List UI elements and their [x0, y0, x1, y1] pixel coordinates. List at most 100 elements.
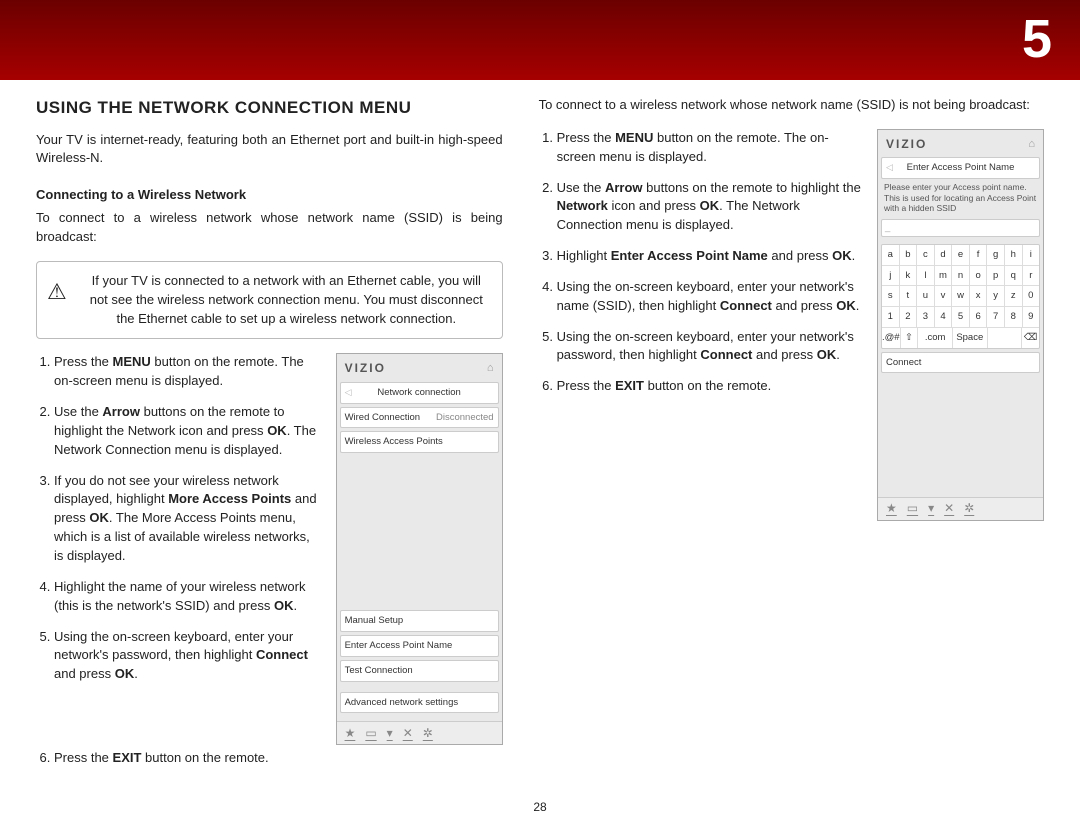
step-item: Use the Arrow buttons on the remote to h… — [557, 179, 861, 236]
list-item: Wireless Access Points — [340, 431, 499, 453]
section-heading: USING THE NETWORK CONNECTION MENU — [36, 96, 503, 121]
keyboard-key[interactable]: j — [882, 266, 900, 286]
footer-icon: ▾ — [928, 500, 934, 517]
footer-icon: ▾ — [387, 725, 393, 742]
keyboard-key[interactable]: 3 — [917, 307, 935, 327]
keyboard-key[interactable]: 2 — [900, 307, 918, 327]
connect-option[interactable]: Connect — [881, 352, 1040, 374]
keyboard-key[interactable]: g — [987, 245, 1005, 265]
keyboard-key[interactable]: 8 — [1005, 307, 1023, 327]
chapter-header: 5 — [0, 0, 1080, 80]
keyboard-key[interactable]: q — [1005, 266, 1023, 286]
lead-b: To connect to a wireless network whose n… — [539, 96, 1044, 115]
keyboard-key[interactable]: 0 — [1023, 286, 1040, 306]
keyboard-key[interactable]: Space — [953, 328, 988, 348]
keyboard-key[interactable]: d — [935, 245, 953, 265]
back-icon: ◁ — [886, 161, 893, 174]
keyboard-key[interactable]: l — [917, 266, 935, 286]
keyboard-key[interactable]: p — [987, 266, 1005, 286]
keyboard-key[interactable]: .com — [918, 328, 953, 348]
keyboard-key[interactable]: f — [970, 245, 988, 265]
keyboard-key[interactable]: u — [917, 286, 935, 306]
list-item: Enter Access Point Name — [340, 635, 499, 657]
step-item: Highlight the name of your wireless netw… — [54, 578, 320, 616]
lead-a: To connect to a wireless network whose n… — [36, 209, 503, 247]
list-item: Wired ConnectionDisconnected — [340, 407, 499, 429]
warning-icon: ⚠ — [47, 276, 67, 308]
breadcrumb: ◁ Network connection — [340, 382, 499, 404]
panel-rows: Wired ConnectionDisconnectedWireless Acc… — [337, 404, 502, 454]
step-item: If you do not see your wireless network … — [54, 472, 320, 566]
breadcrumb: ◁ Enter Access Point Name — [881, 157, 1040, 179]
keyboard-key[interactable]: n — [952, 266, 970, 286]
panel-description: Please enter your Access point name. Thi… — [878, 179, 1043, 217]
brand-logo: VIZIO — [345, 360, 386, 377]
list-item: Test Connection — [340, 660, 499, 682]
keyboard-key[interactable]: 9 — [1023, 307, 1040, 327]
step-item: Using the on-screen keyboard, enter your… — [54, 628, 320, 685]
keyboard-key[interactable]: o — [970, 266, 988, 286]
keyboard-key[interactable]: z — [1005, 286, 1023, 306]
chapter-number: 5 — [1022, 8, 1052, 70]
access-point-panel: VIZIO ⌂ ◁ Enter Access Point Name Please… — [877, 129, 1044, 521]
home-icon: ⌂ — [487, 361, 494, 377]
subheading-connecting: Connecting to a Wireless Network — [36, 186, 503, 205]
keyboard-key[interactable]: 4 — [935, 307, 953, 327]
keyboard-key[interactable]: x — [970, 286, 988, 306]
intro-paragraph: Your TV is internet-ready, featuring bot… — [36, 131, 503, 169]
step-item: Press the EXIT button on the remote. — [557, 377, 861, 396]
warning-callout: ⚠ If your TV is connected to a network w… — [36, 261, 503, 340]
keyboard-key[interactable]: b — [900, 245, 918, 265]
keyboard-key[interactable]: y — [987, 286, 1005, 306]
warning-text: If your TV is connected to a network wit… — [90, 273, 483, 326]
footer-icon: ✕ — [944, 500, 954, 517]
advanced-settings: Advanced network settings — [340, 692, 499, 714]
keyboard-key[interactable]: r — [1023, 266, 1040, 286]
footer-icon: ★ — [345, 725, 356, 742]
keyboard-key[interactable]: s — [882, 286, 900, 306]
network-menu-panel: VIZIO ⌂ ◁ Network connection Wired Conne… — [336, 353, 503, 745]
footer-icon: ✕ — [403, 725, 413, 742]
keyboard-key[interactable]: c — [917, 245, 935, 265]
keyboard-key[interactable]: k — [900, 266, 918, 286]
keyboard-key[interactable]: 1 — [882, 307, 900, 327]
keyboard-key[interactable]: 7 — [987, 307, 1005, 327]
ssid-input[interactable]: _ — [881, 219, 1040, 237]
breadcrumb-label: Enter Access Point Name — [907, 162, 1015, 173]
keyboard-key[interactable]: 6 — [970, 307, 988, 327]
step-item: Highlight Enter Access Point Name and pr… — [557, 247, 861, 266]
step-item: Use the Arrow buttons on the remote to h… — [54, 403, 320, 460]
keyboard-key[interactable]: v — [935, 286, 953, 306]
steps-a-last: Press the EXIT button on the remote. — [36, 749, 503, 768]
panel-options: Manual Setup Enter Access Point Name Test … — [337, 607, 502, 681]
onscreen-keyboard[interactable]: abcdefghi jklmnopqr stuvwxyz0 123456789 .@#⇧… — [881, 244, 1040, 349]
keyboard-key[interactable]: 5 — [952, 307, 970, 327]
step-item: Press the EXIT button on the remote. — [54, 749, 503, 768]
keyboard-key[interactable]: a — [882, 245, 900, 265]
step-item: Using the on-screen keyboard, enter your… — [557, 328, 861, 366]
footer-icon: ▭ — [907, 500, 918, 517]
panel-footer: ★▭▾✕✲ — [878, 497, 1043, 520]
keyboard-key[interactable]: i — [1023, 245, 1040, 265]
keyboard-key[interactable]: ⌫ — [1022, 328, 1039, 348]
breadcrumb-label: Network connection — [377, 387, 460, 398]
home-icon: ⌂ — [1028, 137, 1035, 153]
keyboard-key[interactable]: ⇧ — [901, 328, 919, 348]
footer-icon: ▭ — [365, 725, 376, 742]
list-item: Manual Setup — [340, 610, 499, 632]
footer-icon: ✲ — [423, 725, 433, 742]
brand-logo: VIZIO — [886, 136, 927, 153]
steps-a: Press the MENU button on the remote. The… — [36, 353, 320, 684]
step-item: Press the MENU button on the remote. The… — [54, 353, 320, 391]
panel-footer: ★ ▭ ▾ ✕ ✲ — [337, 721, 502, 744]
keyboard-key[interactable]: e — [952, 245, 970, 265]
keyboard-key[interactable]: t — [900, 286, 918, 306]
steps-b: Press the MENU button on the remote. The… — [539, 129, 861, 396]
page-number: 28 — [0, 800, 1080, 824]
keyboard-key[interactable]: w — [952, 286, 970, 306]
keyboard-key[interactable]: .@# — [882, 328, 901, 348]
step-item: Using the on-screen keyboard, enter your… — [557, 278, 861, 316]
keyboard-key[interactable]: m — [935, 266, 953, 286]
keyboard-key[interactable]: h — [1005, 245, 1023, 265]
back-icon: ◁ — [345, 386, 352, 399]
